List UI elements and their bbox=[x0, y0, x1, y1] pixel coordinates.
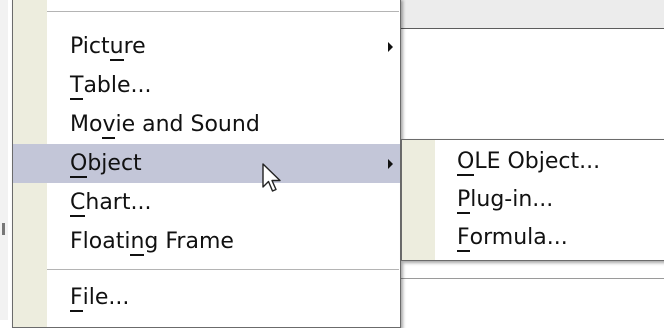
menu-item-chart[interactable]: Chart... bbox=[13, 183, 400, 222]
menu-item-label: OLE Object... bbox=[457, 149, 601, 174]
menu-item-label: Table... bbox=[70, 73, 152, 98]
menu-separator bbox=[47, 269, 399, 270]
background-divider bbox=[400, 278, 664, 279]
menu-item-label: Formula... bbox=[457, 225, 568, 250]
insert-menu: Picture Table... Movie and Sound Object … bbox=[12, 0, 401, 328]
menu-item-label: Picture bbox=[70, 34, 146, 59]
object-submenu: OLE Object... Plug-in... Formula... bbox=[401, 139, 664, 261]
background-mark bbox=[2, 223, 5, 235]
menu-item-movie-and-sound[interactable]: Movie and Sound bbox=[13, 105, 400, 144]
menu-item-label: Plug-in... bbox=[457, 187, 554, 212]
submenu-arrow-icon bbox=[388, 42, 393, 52]
submenu-arrow-icon bbox=[388, 159, 393, 169]
submenu-item-formula[interactable]: Formula... bbox=[402, 220, 568, 256]
menu-item-label: Chart... bbox=[70, 190, 152, 215]
menu-item-floating-frame[interactable]: Floating Frame bbox=[13, 222, 400, 261]
menu-item-label: Floating Frame bbox=[70, 229, 234, 254]
menu-item-table[interactable]: Table... bbox=[13, 66, 400, 105]
background-toolbar bbox=[400, 0, 664, 29]
menu-item-file[interactable]: File... bbox=[13, 278, 400, 317]
submenu-item-plug-in[interactable]: Plug-in... bbox=[402, 182, 553, 218]
menu-item-label: Object bbox=[70, 151, 142, 176]
menu-item-object[interactable]: Object bbox=[13, 144, 400, 183]
menu-item-label: Movie and Sound bbox=[70, 112, 260, 137]
submenu-item-ole-object[interactable]: OLE Object... bbox=[402, 144, 600, 180]
menu-item-label: File... bbox=[70, 285, 130, 310]
background-window-edge bbox=[0, 0, 8, 320]
menu-separator bbox=[47, 11, 399, 12]
menu-item-picture[interactable]: Picture bbox=[13, 27, 400, 66]
mouse-pointer-icon bbox=[262, 163, 281, 192]
